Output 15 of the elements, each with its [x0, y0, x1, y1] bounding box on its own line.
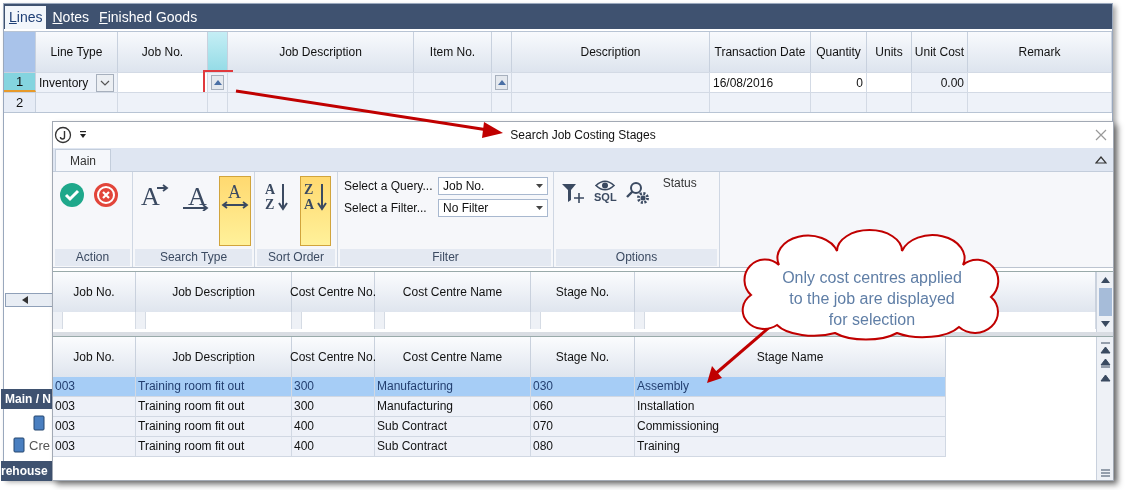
group-label: Sort Order: [257, 249, 335, 266]
group-label: Filter: [340, 249, 551, 266]
cell-text: 0: [856, 75, 863, 90]
callout-text: Only cost centres applied to the job are displayed for selection: [782, 268, 962, 330]
group-label: Options: [556, 249, 717, 266]
group-label: Action: [55, 249, 130, 266]
panel-header: rehouse: [1, 461, 53, 481]
window-title: Search Job Costing Stages: [510, 128, 656, 142]
cell-text: Inventory: [39, 75, 90, 90]
field-label: Select a Filter...: [344, 201, 428, 215]
panel-header: Main / N: [1, 389, 53, 409]
field-label: Select a Query...: [344, 179, 432, 193]
group-label: Search Type: [135, 249, 252, 266]
cell-text: 16/08/2016: [713, 75, 775, 90]
cell-text: 0.00: [940, 75, 964, 90]
